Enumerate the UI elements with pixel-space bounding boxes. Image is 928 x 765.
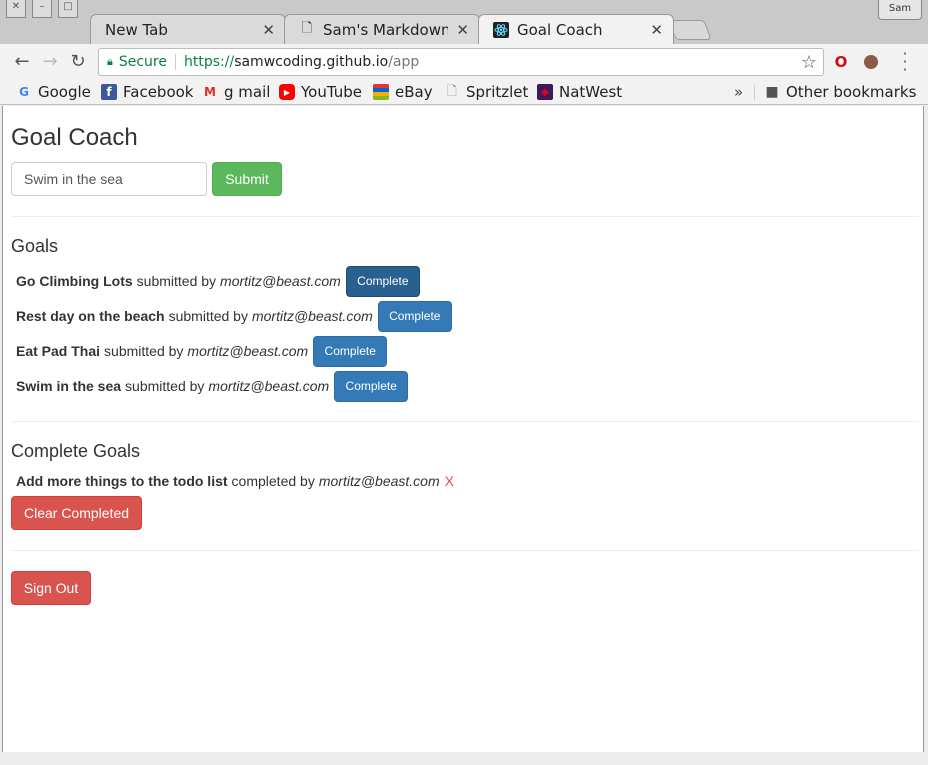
goal-email: mortitz@beast.com <box>220 273 341 289</box>
submitted-by-label: submitted by <box>125 378 205 394</box>
bookmark-spritzlet[interactable]: 🗋 Spritzlet <box>444 82 528 102</box>
menu-icon[interactable]: · · · <box>898 46 912 78</box>
tab-title: New Tab <box>105 20 168 39</box>
divider <box>754 85 755 100</box>
bookmark-star-icon[interactable]: ☆ <box>801 52 817 73</box>
minimize-window-icon[interactable]: – <box>32 0 52 18</box>
tab-close-icon[interactable]: ✕ <box>456 21 469 39</box>
bookmark-label: NatWest <box>559 83 623 101</box>
tab-goal-coach[interactable]: Goal Coach ✕ <box>478 14 674 44</box>
youtube-icon: ▶ <box>279 84 295 100</box>
submitted-by-label: submitted by <box>136 273 217 289</box>
goal-title: Add more things to the todo list <box>16 473 228 489</box>
divider <box>11 550 919 551</box>
url-scheme: https:// <box>184 54 235 70</box>
clear-completed-button[interactable]: Clear Completed <box>11 496 142 530</box>
complete-button[interactable]: Complete <box>313 335 388 367</box>
goal-title: Go Climbing Lots <box>16 273 133 289</box>
goal-title: Eat Pad Thai <box>16 343 101 359</box>
bookmark-youtube[interactable]: ▶ YouTube <box>279 82 362 102</box>
page-icon: 🗋 <box>301 20 313 36</box>
bookmark-label: g mail <box>224 83 271 101</box>
back-arrow-icon[interactable]: ← <box>10 50 34 74</box>
goal-email: mortitz@beast.com <box>318 473 440 489</box>
page-content: Goal Coach Submit Goals Go Climbing Lots… <box>2 106 924 752</box>
window-bottom-edge <box>0 752 928 765</box>
bookmark-facebook[interactable]: f Facebook <box>101 82 193 102</box>
tab-markdown[interactable]: 🗋 Sam's Markdown Pr ✕ <box>284 14 480 44</box>
divider <box>175 54 176 70</box>
goal-email: mortitz@beast.com <box>251 308 373 324</box>
react-icon <box>493 21 509 38</box>
bookmark-label: Spritzlet <box>466 83 529 101</box>
bookmark-label: YouTube <box>301 83 362 101</box>
complete-button[interactable]: Complete <box>345 265 420 297</box>
tab-close-icon[interactable]: ✕ <box>650 21 663 39</box>
remove-completed-button[interactable]: X <box>445 473 454 489</box>
goal-item: Rest day on the beach submitted by morti… <box>16 300 452 332</box>
gmail-icon: M <box>204 85 216 99</box>
close-window-icon[interactable]: ✕ <box>6 0 26 18</box>
page-icon: 🗋 <box>447 83 457 98</box>
goal-email: mortitz@beast.com <box>208 378 330 394</box>
bookmarks-overflow-icon[interactable]: » <box>734 82 743 102</box>
tab-new-tab[interactable]: New Tab ✕ <box>90 14 286 44</box>
tab-title: Sam's Markdown Pr <box>323 20 449 39</box>
complete-goals-heading: Complete Goals <box>11 441 141 461</box>
bookmark-gmail[interactable]: M g mail <box>202 82 270 102</box>
bookmark-label: Facebook <box>123 83 194 101</box>
facebook-icon: f <box>101 84 117 100</box>
goal-title: Rest day on the beach <box>16 308 165 324</box>
bookmark-ebay[interactable]: eBay <box>373 82 433 102</box>
complete-button[interactable]: Complete <box>334 370 409 402</box>
bookmark-other[interactable]: ■ Other bookmarks <box>764 82 916 102</box>
bookmark-label: Google <box>38 83 91 101</box>
goal-item: Eat Pad Thai submitted by mortitz@beast.… <box>16 335 388 367</box>
forward-arrow-icon[interactable]: → <box>38 50 62 74</box>
sign-out-button[interactable]: Sign Out <box>11 571 91 605</box>
browser-window: ✕ – □ Sam New Tab ✕ 🗋 Sam's Markdown Pr … <box>0 0 928 765</box>
bookmark-label: eBay <box>395 83 433 101</box>
bookmark-google[interactable]: G Google <box>16 82 91 102</box>
new-tab-button[interactable] <box>668 20 712 40</box>
tab-strip: ✕ – □ Sam New Tab ✕ 🗋 Sam's Markdown Pr … <box>0 0 928 44</box>
submitted-by-label: submitted by <box>168 308 248 324</box>
folder-icon: ■ <box>765 84 779 100</box>
goal-item: Go Climbing Lots submitted by mortitz@be… <box>16 265 420 297</box>
completed-by-label: completed by <box>231 473 315 489</box>
goal-input[interactable] <box>11 162 207 196</box>
ebay-icon <box>373 84 389 100</box>
divider <box>11 216 919 217</box>
url-host: samwcoding.github.io <box>234 54 389 70</box>
secure-label: Secure <box>118 54 167 70</box>
extension-icon[interactable] <box>864 55 878 69</box>
page-title: Goal Coach <box>11 124 138 151</box>
goal-title: Swim in the sea <box>16 378 122 394</box>
address-bar[interactable]: 🔒︎ Secure https://samwcoding.github.io/a… <box>98 48 824 76</box>
lock-icon: 🔒︎ <box>107 55 113 68</box>
complete-button[interactable]: Complete <box>377 300 452 332</box>
profile-button[interactable]: Sam <box>878 0 922 20</box>
reload-icon[interactable]: ↻ <box>66 50 90 74</box>
natwest-icon: ◆ <box>537 84 553 100</box>
divider <box>11 421 919 422</box>
tab-close-icon[interactable]: ✕ <box>262 21 275 39</box>
opera-extension-icon[interactable]: O <box>832 53 850 71</box>
url-path: /app <box>388 54 420 70</box>
completed-goal-item: Add more things to the todo list complet… <box>16 470 454 492</box>
goals-heading: Goals <box>11 236 59 256</box>
bookmarks-bar: G Google f Facebook M g mail ▶ YouTube e… <box>0 80 928 105</box>
browser-toolbar: ← → ↻ 🔒︎ Secure https://samwcoding.githu… <box>0 44 928 80</box>
bookmark-label: Other bookmarks <box>786 83 917 101</box>
bookmark-natwest[interactable]: ◆ NatWest <box>537 82 622 102</box>
submit-button[interactable]: Submit <box>212 162 282 196</box>
tab-title: Goal Coach <box>517 20 603 39</box>
google-icon: G <box>19 85 29 99</box>
goal-email: mortitz@beast.com <box>187 343 309 359</box>
maximize-window-icon[interactable]: □ <box>58 0 78 18</box>
submitted-by-label: submitted by <box>104 343 184 359</box>
goal-item: Swim in the sea submitted by mortitz@bea… <box>16 370 409 402</box>
